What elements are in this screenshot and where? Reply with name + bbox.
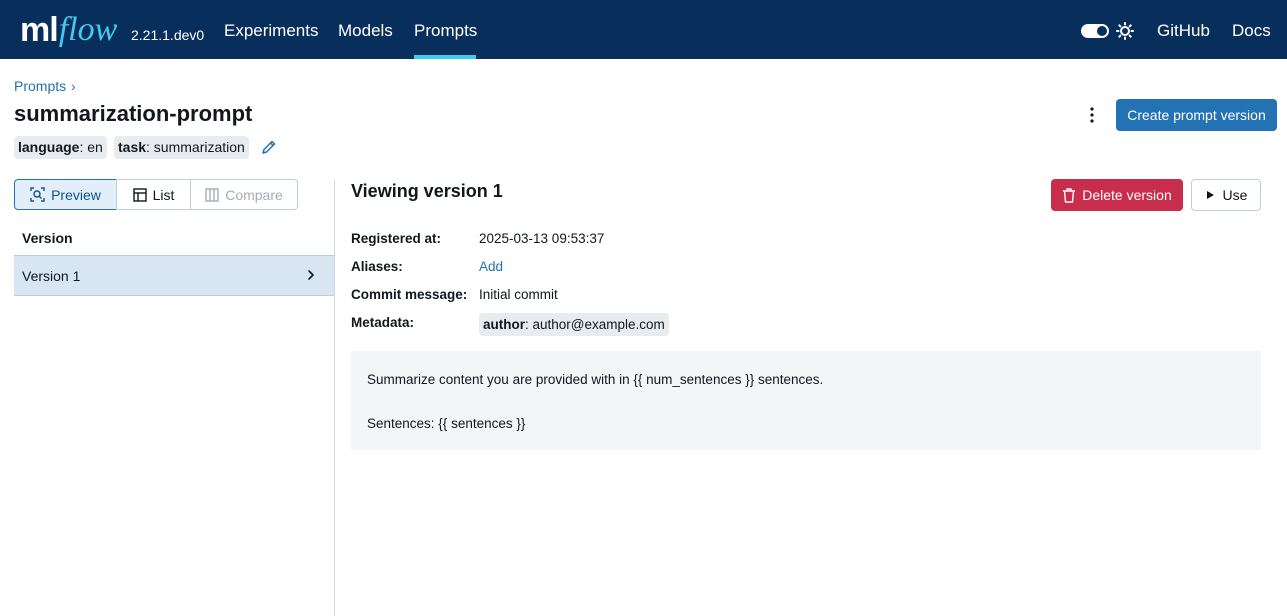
tag-task: task: summarization xyxy=(114,136,249,159)
page-title: summarization-prompt xyxy=(14,101,253,126)
metadata-key: author xyxy=(483,317,525,332)
trash-icon xyxy=(1063,187,1076,203)
sun-icon[interactable] xyxy=(1116,22,1134,40)
mode-compare-button[interactable]: Compare xyxy=(190,179,298,210)
mode-list-button[interactable]: List xyxy=(116,179,191,210)
mode-list-label: List xyxy=(152,186,175,203)
tag-language-value: : en xyxy=(79,139,103,155)
metadata-label: Metadata: xyxy=(351,315,415,330)
panel-divider xyxy=(334,179,335,616)
github-link[interactable]: GitHub xyxy=(1157,21,1210,41)
logo-ml-text: ml xyxy=(20,10,59,49)
mode-preview-button[interactable]: Preview xyxy=(14,179,117,210)
tag-language-key: language xyxy=(18,139,80,155)
play-icon xyxy=(1206,191,1214,199)
top-nav-bar: ml flow 2.21.1.dev0 Experiments Models Pr… xyxy=(0,0,1287,59)
create-prompt-version-button[interactable]: Create prompt version xyxy=(1116,99,1277,131)
chevron-right-icon xyxy=(308,270,314,280)
breadcrumb-prompts[interactable]: Prompts xyxy=(14,78,66,94)
commit-message-label: Commit message: xyxy=(351,287,468,302)
logo-flow-text: flow xyxy=(58,11,118,48)
detail-title: Viewing version 1 xyxy=(351,181,503,201)
mode-preview-label: Preview xyxy=(51,186,101,203)
breadcrumb-separator: › xyxy=(71,78,76,94)
theme-toggle[interactable] xyxy=(1081,24,1109,38)
mlflow-logo[interactable]: ml flow xyxy=(20,6,117,54)
version-list-item-label: Version 1 xyxy=(22,268,81,284)
metadata-value: : author@example.com xyxy=(525,317,665,332)
commit-message-value: Initial commit xyxy=(479,287,558,302)
prompt-line: Sentences: {{ sentences }} xyxy=(367,416,526,431)
preview-icon xyxy=(30,187,45,202)
registered-at-label: Registered at: xyxy=(351,231,442,246)
use-button[interactable]: Use xyxy=(1191,179,1261,211)
columns-icon xyxy=(205,187,219,202)
more-options-icon[interactable] xyxy=(1084,105,1100,125)
tag-task-key: task xyxy=(118,139,147,155)
prompt-template-box: Summarize content you are provided with … xyxy=(351,351,1261,450)
tag-task-value: : summarization xyxy=(146,139,245,155)
nav-experiments[interactable]: Experiments xyxy=(224,21,318,41)
use-button-label: Use xyxy=(1222,187,1248,203)
version-column-header: Version xyxy=(22,230,73,246)
add-alias-link[interactable]: Add xyxy=(479,259,503,274)
tag-language: language: en xyxy=(14,136,107,159)
delete-version-button[interactable]: Delete version xyxy=(1051,179,1183,211)
metadata-tag: author: author@example.com xyxy=(479,313,669,336)
mode-compare-label: Compare xyxy=(225,186,283,203)
prompt-line: Summarize content you are provided with … xyxy=(367,372,824,387)
docs-link[interactable]: Docs xyxy=(1232,21,1271,41)
pencil-icon[interactable] xyxy=(261,139,277,155)
delete-version-label: Delete version xyxy=(1082,187,1172,203)
aliases-label: Aliases: xyxy=(351,259,403,274)
nav-active-indicator xyxy=(414,55,476,59)
nav-prompts[interactable]: Prompts xyxy=(414,21,477,41)
version-label: 2.21.1.dev0 xyxy=(131,27,205,43)
table-icon xyxy=(132,187,147,202)
version-list-item[interactable]: Version 1 xyxy=(14,255,334,296)
nav-models[interactable]: Models xyxy=(338,21,393,41)
registered-at-value: 2025-03-13 09:53:37 xyxy=(479,231,605,246)
